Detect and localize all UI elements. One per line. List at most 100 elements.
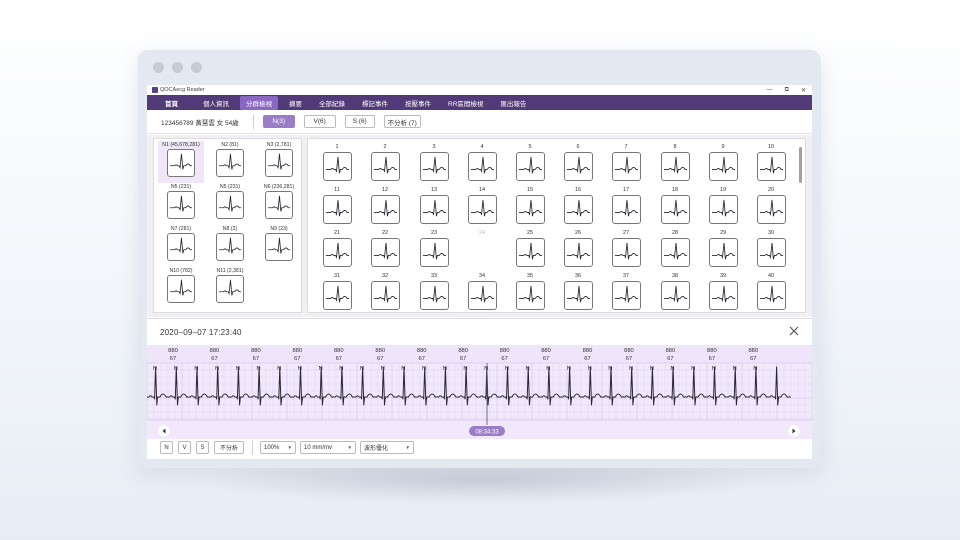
filter-n-button[interactable]: N(3)	[262, 115, 295, 128]
beat-item[interactable]: 21	[320, 229, 354, 269]
beat-item[interactable]: 34	[465, 272, 499, 312]
beat-thumbnail[interactable]	[419, 281, 449, 310]
beat-item[interactable]: 3	[417, 143, 451, 183]
beat-item[interactable]: 25	[513, 229, 547, 269]
cluster-item[interactable]: N6 (236,281)	[256, 183, 302, 225]
beat-thumbnail[interactable]	[756, 195, 786, 224]
beat-thumbnail[interactable]	[611, 195, 641, 224]
beat-thumbnail[interactable]	[563, 281, 593, 310]
cluster-item[interactable]: N10 (782)	[158, 267, 204, 309]
cluster-thumbnail[interactable]	[265, 191, 293, 219]
beat-item[interactable]: 15	[513, 186, 547, 226]
beat-item[interactable]: 33	[417, 272, 451, 312]
beat-item[interactable]: 30	[754, 229, 788, 269]
menu-home[interactable]: 首頁	[159, 96, 184, 110]
beat-thumbnail[interactable]	[370, 238, 400, 267]
beat-item[interactable]: 32	[368, 272, 402, 312]
beat-thumbnail[interactable]	[370, 281, 400, 310]
beat-thumbnail[interactable]	[322, 152, 352, 181]
minimize-icon[interactable]: —	[767, 87, 773, 94]
cluster-thumbnail[interactable]	[216, 149, 244, 177]
beat-item[interactable]: 5	[513, 143, 547, 183]
beat-item[interactable]: 40	[754, 272, 788, 312]
cluster-thumbnail[interactable]	[216, 191, 244, 219]
beat-thumbnail[interactable]	[563, 152, 593, 181]
cluster-thumbnail[interactable]	[167, 275, 195, 303]
beat-thumbnail[interactable]	[515, 152, 545, 181]
menu-personal-info[interactable]: 個人資訊	[197, 96, 235, 110]
beat-item[interactable]: 19	[706, 186, 740, 226]
beat-thumbnail[interactable]	[322, 195, 352, 224]
zoom-select[interactable]: 100% ▼	[260, 441, 296, 454]
menu-export-report[interactable]: 匯出報告	[494, 96, 532, 110]
waveform-filter-select[interactable]: 波形優化 ▼	[360, 441, 414, 454]
beat-item[interactable]: 28	[658, 229, 692, 269]
cluster-item[interactable]: N9 (23)	[256, 225, 302, 267]
beat-item[interactable]: 22	[368, 229, 402, 269]
beat-thumbnail[interactable]	[419, 238, 449, 267]
beat-thumbnail[interactable]	[660, 152, 690, 181]
menu-rr-interval[interactable]: RR區間檢視	[442, 96, 489, 110]
beat-item[interactable]: 10	[754, 143, 788, 183]
beat-item[interactable]: 27	[609, 229, 643, 269]
beat-thumbnail[interactable]	[370, 152, 400, 181]
beat-item[interactable]: 16	[561, 186, 595, 226]
beat-item[interactable]: 37	[609, 272, 643, 312]
beat-thumbnail[interactable]	[419, 152, 449, 181]
beat-item[interactable]: 13	[417, 186, 451, 226]
beat-thumbnail[interactable]	[322, 238, 352, 267]
beat-item[interactable]: 17	[609, 186, 643, 226]
maximize-icon[interactable]: ⧉	[785, 87, 789, 94]
menu-all-records[interactable]: 全部紀錄	[313, 96, 351, 110]
beat-item[interactable]: 4	[465, 143, 499, 183]
beat-item[interactable]: 2	[368, 143, 402, 183]
cluster-item[interactable]: N2 (81)	[207, 141, 253, 183]
beat-thumbnail[interactable]	[756, 281, 786, 310]
beat-item[interactable]: 11	[320, 186, 354, 226]
beat-item[interactable]: 24	[465, 229, 499, 269]
cluster-item[interactable]: N5 (231)	[207, 183, 253, 225]
filter-v-button[interactable]: V(6)	[303, 115, 336, 128]
cluster-thumbnail[interactable]	[167, 191, 195, 219]
beat-item[interactable]: 29	[706, 229, 740, 269]
cluster-item[interactable]: N7 (281)	[158, 225, 204, 267]
filter-s-button[interactable]: S (6)	[344, 115, 375, 128]
beat-thumbnail[interactable]	[563, 238, 593, 267]
menu-cluster-view[interactable]: 分群檢視	[240, 95, 278, 110]
beat-thumbnail[interactable]	[611, 238, 641, 267]
beat-thumbnail[interactable]	[515, 238, 545, 267]
beat-grid-scrollbar[interactable]	[799, 147, 802, 183]
beat-item[interactable]: 12	[368, 186, 402, 226]
beat-item[interactable]: 26	[561, 229, 595, 269]
beat-item[interactable]: 39	[706, 272, 740, 312]
beat-thumbnail[interactable]	[708, 195, 738, 224]
beat-item[interactable]: 1	[320, 143, 354, 183]
close-window-icon[interactable]: ✕	[801, 87, 806, 94]
beat-item[interactable]: 31	[320, 272, 354, 312]
beat-item[interactable]: 23	[417, 229, 451, 269]
beat-thumbnail[interactable]	[467, 281, 497, 310]
beat-thumbnail[interactable]	[708, 238, 738, 267]
beat-thumbnail[interactable]	[467, 152, 497, 181]
beat-thumbnail[interactable]	[660, 238, 690, 267]
beat-thumbnail[interactable]	[611, 152, 641, 181]
cluster-item[interactable]: N5 (231)	[158, 183, 204, 225]
menu-summary[interactable]: 摘要	[283, 96, 308, 110]
cluster-item[interactable]: N8 (2)	[207, 225, 253, 267]
cluster-thumbnail[interactable]	[216, 233, 244, 261]
cluster-item[interactable]: N1 (45,678,281)	[158, 141, 204, 183]
beat-item[interactable]: 36	[561, 272, 595, 312]
filter-unanalyzed-button[interactable]: 不分析 (7)	[383, 115, 421, 128]
beat-item[interactable]: 18	[658, 186, 692, 226]
beat-thumbnail[interactable]	[467, 195, 497, 224]
mark-n-button[interactable]: N	[160, 441, 173, 454]
beat-thumbnail[interactable]	[611, 281, 641, 310]
beat-thumbnail[interactable]	[322, 281, 352, 310]
beat-thumbnail[interactable]	[708, 152, 738, 181]
beat-item[interactable]: 8	[658, 143, 692, 183]
cluster-item[interactable]: N11 (2,381)	[207, 267, 253, 309]
beat-item[interactable]: 14	[465, 186, 499, 226]
menu-pressed-events[interactable]: 按壓事件	[399, 96, 437, 110]
beat-item[interactable]: 20	[754, 186, 788, 226]
gain-select[interactable]: 10 mm/mv ▼	[300, 441, 356, 454]
